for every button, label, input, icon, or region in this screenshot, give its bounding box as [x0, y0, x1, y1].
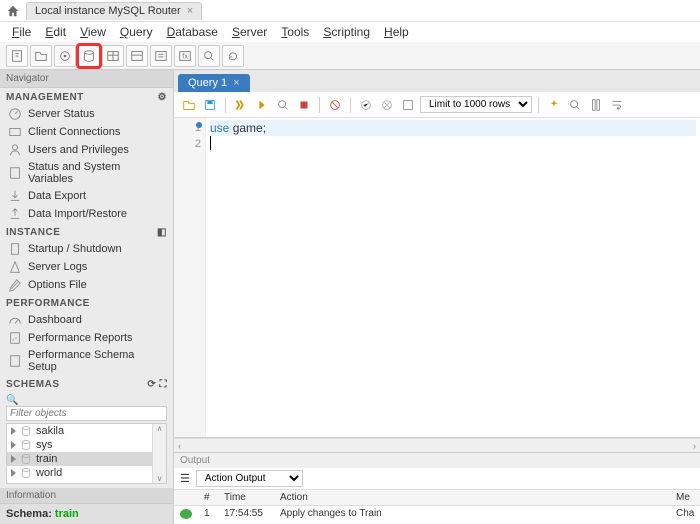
nav-server-logs[interactable]: Server Logs: [0, 258, 173, 276]
svg-text:fx: fx: [182, 53, 188, 60]
commit-button[interactable]: [357, 96, 375, 114]
output-type-select[interactable]: Action Output: [196, 470, 303, 487]
toggle-limit-button[interactable]: [399, 96, 417, 114]
create-table-button[interactable]: [102, 45, 124, 67]
home-icon[interactable]: [6, 4, 20, 18]
stop-button[interactable]: [295, 96, 313, 114]
instance-icon: ◧: [157, 227, 167, 238]
toggle-invisible-button[interactable]: [587, 96, 605, 114]
cursor: [210, 136, 211, 150]
find-button[interactable]: [566, 96, 584, 114]
create-procedure-button[interactable]: [150, 45, 172, 67]
create-schema-button[interactable]: [78, 45, 100, 67]
open-inspector-button[interactable]: [54, 45, 76, 67]
query-tabs: Query 1×: [174, 70, 700, 92]
open-sql-button[interactable]: [30, 45, 52, 67]
create-function-button[interactable]: fx: [174, 45, 196, 67]
nav-status-variables[interactable]: Status and System Variables: [0, 159, 173, 187]
menu-tools[interactable]: Tools: [275, 23, 315, 41]
statement-marker-icon: [196, 122, 202, 128]
nav-users-privileges[interactable]: Users and Privileges: [0, 141, 173, 159]
schema-item-sys[interactable]: sys: [7, 438, 166, 452]
menubar: File Edit View Query Database Server Too…: [0, 22, 700, 42]
sql-editor[interactable]: 1 2 use game;: [174, 118, 700, 438]
output-header: Output: [174, 453, 700, 468]
schema-item-world[interactable]: world: [7, 466, 166, 480]
nav-client-connections[interactable]: Client Connections: [0, 123, 173, 141]
schema-item-train[interactable]: train: [7, 452, 166, 466]
create-view-button[interactable]: [126, 45, 148, 67]
menu-help[interactable]: Help: [378, 23, 415, 41]
nav-startup-shutdown[interactable]: Startup / Shutdown: [0, 240, 173, 258]
rollback-button[interactable]: [378, 96, 396, 114]
nav-performance-reports[interactable]: Performance Reports: [0, 329, 173, 347]
nav-performance-schema[interactable]: Performance Schema Setup: [0, 347, 173, 375]
section-instance: INSTANCE ◧: [0, 223, 173, 240]
schema-list[interactable]: sakila sys train world ∧∨: [6, 423, 167, 484]
beautify-button[interactable]: [545, 96, 563, 114]
nav-data-import[interactable]: Data Import/Restore: [0, 205, 173, 223]
query-tab-1[interactable]: Query 1×: [178, 74, 250, 92]
execute-button[interactable]: [232, 96, 250, 114]
menu-server[interactable]: Server: [226, 23, 273, 41]
close-tab-icon[interactable]: ×: [187, 5, 193, 17]
section-management: MANAGEMENT ⚙: [0, 88, 173, 105]
refresh-icon[interactable]: ⟳: [147, 379, 156, 390]
menu-view[interactable]: View: [74, 23, 112, 41]
editor-hscroll[interactable]: ‹›: [174, 438, 700, 452]
explain-button[interactable]: [274, 96, 292, 114]
expand-icon[interactable]: ⛶: [160, 379, 168, 390]
main-toolbar: fx: [0, 42, 700, 70]
menu-database[interactable]: Database: [161, 23, 224, 41]
close-query-icon[interactable]: ×: [233, 77, 239, 89]
output-table: # Time Action Me 1 17:54:55 Apply change…: [174, 489, 700, 524]
limit-select[interactable]: Limit to 1000 rows: [420, 96, 532, 113]
schema-filter-input[interactable]: [6, 406, 167, 421]
reconnect-button[interactable]: [222, 45, 244, 67]
new-sql-tab-button[interactable]: [6, 45, 28, 67]
navigator-sidebar: Navigator MANAGEMENT ⚙ Server Status Cli…: [0, 70, 174, 524]
toggle-autocommit-button[interactable]: [326, 96, 344, 114]
execute-current-button[interactable]: [253, 96, 271, 114]
connection-tab[interactable]: Local instance MySQL Router ×: [26, 2, 202, 20]
save-file-button[interactable]: [201, 96, 219, 114]
schema-item-sakila[interactable]: sakila: [7, 424, 166, 438]
menu-query[interactable]: Query: [114, 23, 159, 41]
nav-data-export[interactable]: Data Export: [0, 187, 173, 205]
success-icon: [180, 509, 192, 519]
open-file-button[interactable]: [180, 96, 198, 114]
navigator-header: Navigator: [0, 70, 173, 88]
nav-server-status[interactable]: Server Status: [0, 105, 173, 123]
menu-file[interactable]: File: [6, 23, 37, 41]
connection-tab-label: Local instance MySQL Router: [35, 5, 181, 17]
nav-dashboard[interactable]: Dashboard: [0, 311, 173, 329]
editor-toolbar: Limit to 1000 rows: [174, 92, 700, 118]
information-header: Information: [0, 488, 173, 503]
menu-scripting[interactable]: Scripting: [317, 23, 376, 41]
output-list-icon[interactable]: ☰: [180, 472, 190, 485]
menu-edit[interactable]: Edit: [39, 23, 72, 41]
output-row[interactable]: 1 17:54:55 Apply changes to Train Cha: [174, 506, 700, 521]
gear-icon[interactable]: ⚙: [158, 92, 167, 103]
section-performance: PERFORMANCE: [0, 294, 173, 311]
information-panel: Schema: train: [0, 503, 173, 524]
search-table-button[interactable]: [198, 45, 220, 67]
schema-scrollbar[interactable]: ∧∨: [152, 424, 166, 483]
nav-options-file[interactable]: Options File: [0, 276, 173, 294]
section-schemas: SCHEMAS ⟳ ⛶: [0, 375, 173, 392]
toggle-wrap-button[interactable]: [608, 96, 626, 114]
